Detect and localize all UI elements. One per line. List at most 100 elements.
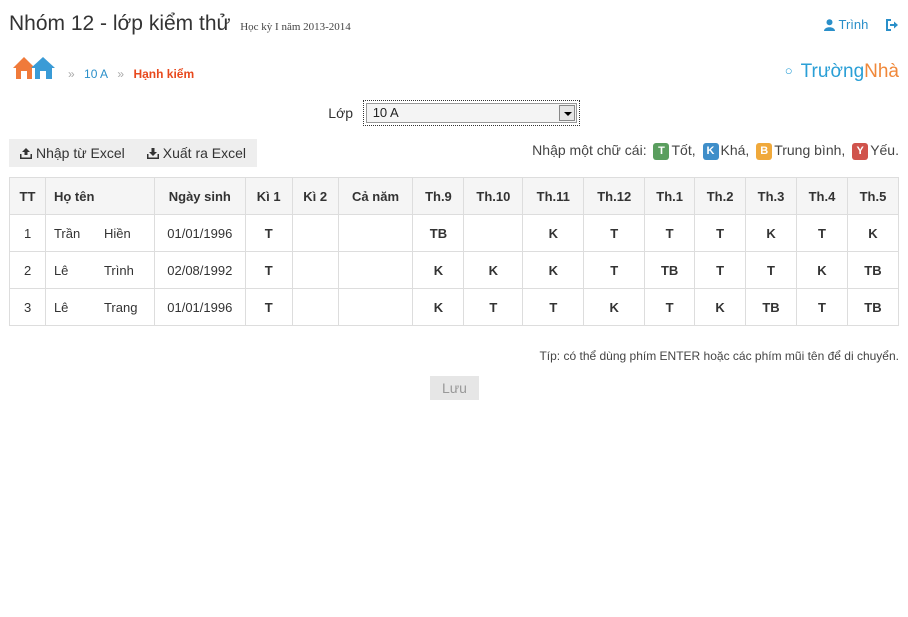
export-excel-label: Xuất ra Excel (162, 145, 247, 161)
user-icon (824, 19, 836, 31)
row-number: 1 (9, 214, 46, 252)
download-icon (146, 148, 159, 159)
class-select[interactable]: 10 A (362, 100, 580, 126)
class-select-row: Lớp 10 A (0, 100, 908, 126)
table-header-row: TT Họ tên Ngày sinh Kì 1 Kì 2 Cả năm Th.… (9, 177, 900, 215)
breadcrumb-separator: » (117, 67, 125, 81)
grade-cell-month[interactable]: K (412, 288, 465, 326)
breadcrumb-class-link[interactable]: 10 A (84, 67, 108, 81)
breadcrumb-current: Hạnh kiểm (133, 67, 195, 81)
user-area: Trình (824, 17, 899, 32)
grade-cell-month[interactable]: T (694, 214, 747, 252)
nav-row: » 10 A » Hạnh kiểm ○ TrườngNhà (12, 55, 899, 83)
grade-cell-month[interactable]: T (644, 214, 696, 252)
grade-legend: Nhập một chữ cái: T Tốt, K Khá, B Trung bìn… (532, 142, 899, 160)
logout-button[interactable] (886, 17, 899, 32)
table-row: 1 Trần Hiền 01/01/1996 T TB K T T T K T K (9, 214, 900, 252)
chevron-down-icon[interactable] (558, 105, 575, 121)
home-icon[interactable] (12, 55, 56, 81)
grade-cell-month[interactable]: K (694, 288, 747, 326)
student-last-name: Trần (53, 225, 81, 241)
grade-cell-month[interactable]: K (412, 251, 465, 289)
user-name: Trình (838, 17, 869, 32)
import-excel-label: Nhập từ Excel (36, 145, 125, 161)
grade-cell-month[interactable]: T (583, 214, 646, 252)
grade-cell-month[interactable]: T (694, 251, 747, 289)
grade-cell-month[interactable]: K (463, 251, 524, 289)
grade-cell-month[interactable]: T (463, 288, 524, 326)
grade-cell-month[interactable]: TB (846, 251, 900, 289)
grade-cell-month[interactable]: T (745, 251, 797, 289)
grade-cell-month[interactable]: K (583, 288, 646, 326)
grade-cell-month[interactable]: K (522, 214, 585, 252)
grade-cell-month[interactable]: T (583, 251, 646, 289)
semester-subtitle: Học kỳ I năm 2013-2014 (240, 21, 351, 33)
grade-cell-year[interactable] (337, 251, 414, 289)
date-of-birth: 02/08/1992 (153, 251, 246, 289)
grade-cell-month[interactable]: T (796, 214, 848, 252)
save-button[interactable]: Lưu (430, 376, 479, 400)
column-header: Th.12 (583, 177, 646, 215)
grade-cell-term1[interactable]: T (244, 214, 293, 252)
grade-cell-month[interactable]: T (796, 288, 848, 326)
grade-cell-term2[interactable] (291, 214, 339, 252)
column-header: TT (9, 177, 46, 215)
column-header: Th.10 (463, 177, 524, 215)
legend-badge-fair: K (702, 143, 719, 160)
page-title: Nhóm 12 - lớp kiểm thử (9, 12, 231, 35)
grade-cell-year[interactable] (337, 288, 414, 326)
column-header: Cả năm (337, 177, 414, 215)
brand-part1: Trường (800, 61, 865, 82)
navigation-tip: Típ: có thể dùng phím ENTER hoặc các phí… (539, 349, 899, 363)
breadcrumb-separator: » (68, 67, 75, 81)
column-header: Th.4 (796, 177, 848, 215)
breadcrumb: » 10 A » Hạnh kiểm (68, 67, 194, 81)
grade-cell-month[interactable]: K (522, 251, 585, 289)
grade-cell-month[interactable]: TB (412, 214, 465, 252)
legend-text-good: Tốt, (671, 142, 696, 158)
column-header: Th.5 (846, 177, 900, 215)
legend-text-fair: Khá, (720, 142, 750, 158)
legend-prompt: Nhập một chữ cái: (532, 142, 647, 158)
grade-cell-term1[interactable]: T (244, 288, 293, 326)
grade-cell-year[interactable] (337, 214, 414, 252)
legend-text-weak: Yếu. (870, 142, 899, 158)
grade-cell-month[interactable] (463, 214, 524, 252)
grade-cell-term1[interactable]: T (244, 251, 293, 289)
student-last-name: Lê (53, 299, 69, 315)
import-excel-button[interactable]: Nhập từ Excel (9, 139, 136, 167)
legend-badge-good: T (653, 143, 670, 160)
student-name: Lê Trình (44, 251, 155, 289)
conduct-table: TT Họ tên Ngày sinh Kì 1 Kì 2 Cả năm Th.… (9, 177, 900, 326)
grade-cell-month[interactable]: K (846, 214, 900, 252)
grade-cell-month[interactable]: TB (745, 288, 797, 326)
column-header: Th.9 (412, 177, 465, 215)
date-of-birth: 01/01/1996 (153, 214, 246, 252)
grade-cell-month[interactable]: TB (846, 288, 900, 326)
grade-cell-term2[interactable] (291, 251, 339, 289)
page-header: Nhóm 12 - lớp kiểm thử Học kỳ I năm 2013… (9, 12, 899, 40)
student-name: Lê Trang (44, 288, 155, 326)
export-excel-button[interactable]: Xuất ra Excel (136, 139, 257, 167)
grade-cell-month[interactable]: T (522, 288, 585, 326)
grade-cell-month[interactable]: K (745, 214, 797, 252)
grade-cell-term2[interactable] (291, 288, 339, 326)
column-header: Ngày sinh (153, 177, 246, 215)
column-header: Họ tên (44, 177, 155, 215)
grade-cell-month[interactable]: T (644, 288, 696, 326)
grade-cell-month[interactable]: K (796, 251, 848, 289)
legend-badge-weak: Y (852, 143, 869, 160)
column-header: Kì 2 (291, 177, 339, 215)
chat-icon: ○ (784, 63, 793, 78)
column-header: Th.11 (522, 177, 585, 215)
table-row: 3 Lê Trang 01/01/1996 T K T T K T K TB T TB (9, 288, 900, 326)
legend-badge-average: B (756, 143, 773, 160)
student-first-name: Trình (103, 262, 134, 278)
student-last-name: Lê (53, 262, 69, 278)
brand-logo[interactable]: ○ TrườngNhà (785, 61, 899, 83)
row-number: 3 (9, 288, 46, 326)
column-header: Th.3 (745, 177, 797, 215)
user-menu-link[interactable]: Trình (824, 17, 872, 32)
grade-cell-month[interactable]: TB (644, 251, 696, 289)
student-first-name: Hiền (103, 225, 131, 241)
